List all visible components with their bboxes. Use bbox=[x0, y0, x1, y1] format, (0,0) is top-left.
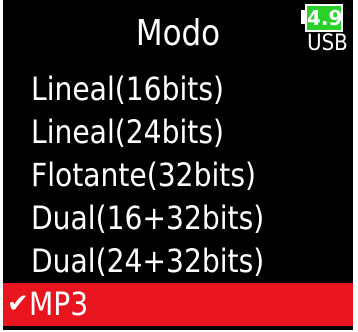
power-source-label: USB bbox=[307, 31, 348, 56]
menu-item-lineal-16[interactable]: Lineal(16bits) bbox=[3, 68, 353, 111]
menu-item-flotante-32[interactable]: Flotante(32bits) bbox=[3, 154, 353, 197]
page-title: Modo bbox=[135, 13, 221, 54]
battery-icon: 4.9 bbox=[301, 4, 343, 32]
menu-item-label: Lineal(16bits) bbox=[31, 70, 224, 108]
menu-item-mp3[interactable]: ✔ MP3 bbox=[3, 283, 353, 326]
menu-item-lineal-24[interactable]: Lineal(24bits) bbox=[3, 111, 353, 154]
menu-item-dual-24-32[interactable]: Dual(24+32bits) bbox=[3, 240, 353, 283]
mode-menu: Lineal(16bits) Lineal(24bits) Flotante(3… bbox=[3, 68, 353, 326]
menu-item-label: Lineal(24bits) bbox=[31, 113, 224, 151]
header: Modo 4.9 USB bbox=[3, 0, 353, 68]
menu-item-label: Dual(24+32bits) bbox=[31, 242, 265, 280]
battery-level: 4.9 bbox=[305, 4, 343, 32]
check-icon: ✔ bbox=[7, 289, 29, 319]
menu-item-label: Flotante(32bits) bbox=[31, 156, 256, 194]
menu-item-label: Dual(16+32bits) bbox=[31, 199, 265, 237]
device-screen: Modo 4.9 USB Lineal(16bits) Lineal(24bit… bbox=[3, 0, 353, 330]
menu-item-label: MP3 bbox=[29, 285, 89, 323]
menu-item-dual-16-32[interactable]: Dual(16+32bits) bbox=[3, 197, 353, 240]
